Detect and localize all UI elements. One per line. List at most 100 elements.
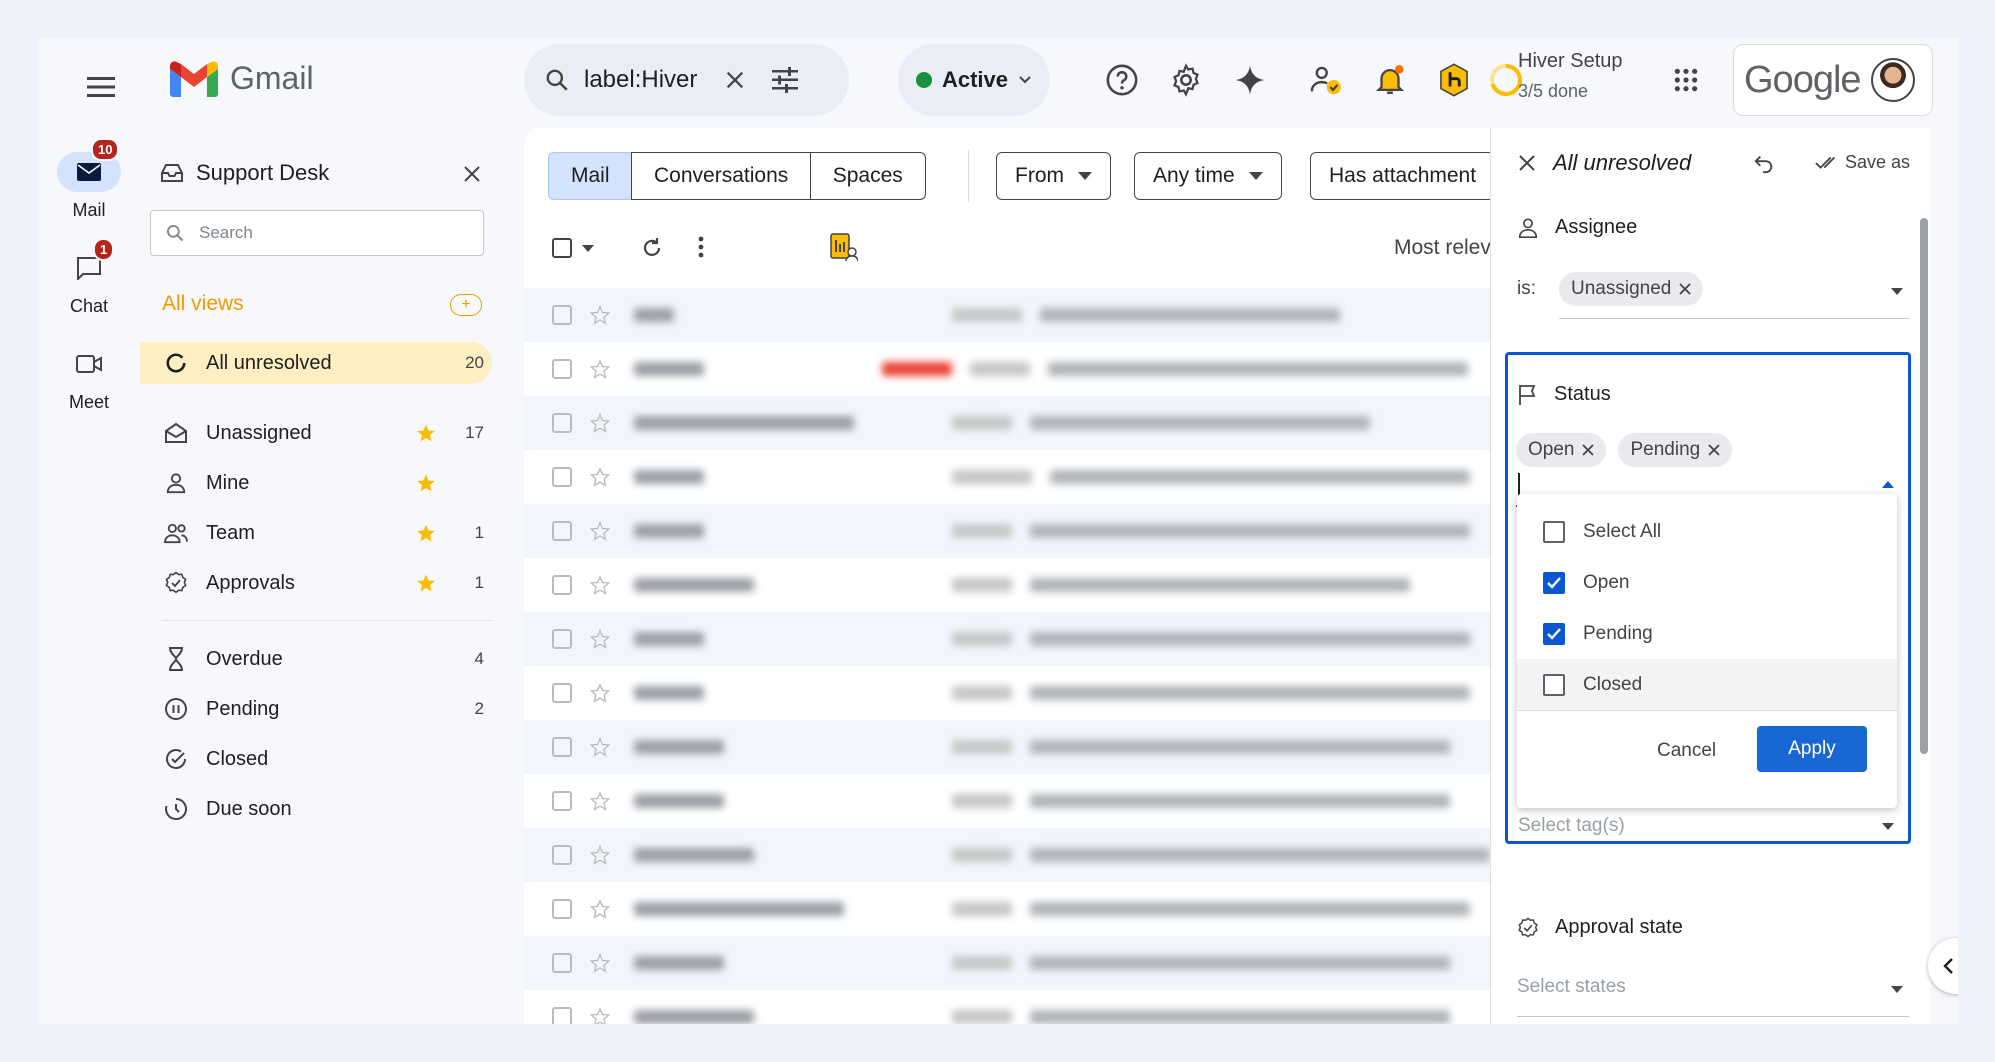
row-checkbox[interactable] xyxy=(552,629,572,649)
view-all-unresolved[interactable]: All unresolved 20 xyxy=(140,342,492,384)
star-outline-icon[interactable] xyxy=(590,305,610,325)
select-all-checkbox[interactable] xyxy=(552,238,572,258)
option-open[interactable]: Open xyxy=(1517,557,1897,608)
approval-placeholder[interactable]: Select states xyxy=(1517,976,1626,998)
email-row[interactable] xyxy=(524,666,1524,720)
tab-conversations[interactable]: Conversations xyxy=(631,152,812,200)
star-outline-icon[interactable] xyxy=(590,413,610,433)
checkbox[interactable] xyxy=(1543,673,1565,696)
assigned-user-button[interactable] xyxy=(1302,56,1350,104)
row-checkbox[interactable] xyxy=(552,1007,572,1024)
email-row[interactable] xyxy=(524,612,1524,666)
checkbox-checked[interactable] xyxy=(1543,622,1565,645)
email-row[interactable] xyxy=(524,288,1524,342)
help-button[interactable] xyxy=(1098,56,1146,104)
main-menu-button[interactable] xyxy=(76,62,126,112)
star-outline-icon[interactable] xyxy=(590,1007,610,1024)
tab-spaces[interactable]: Spaces xyxy=(809,152,926,200)
star-outline-icon[interactable] xyxy=(590,899,610,919)
view-unassigned[interactable]: Unassigned 17 xyxy=(140,412,492,454)
notifications-button[interactable] xyxy=(1366,56,1414,104)
view-closed[interactable]: Closed xyxy=(140,738,492,780)
email-row[interactable] xyxy=(524,504,1524,558)
avatar[interactable] xyxy=(1870,58,1915,102)
caret-down-icon[interactable] xyxy=(582,244,594,252)
from-filter-button[interactable]: From xyxy=(996,152,1111,200)
email-row[interactable] xyxy=(524,342,1524,396)
apply-button[interactable]: Apply xyxy=(1757,726,1867,772)
checkbox-checked[interactable] xyxy=(1543,571,1565,594)
view-due-soon[interactable]: Due soon xyxy=(140,788,492,830)
view-mine[interactable]: Mine xyxy=(140,462,492,504)
close-icon[interactable] xyxy=(1517,153,1537,173)
google-account-box[interactable]: Google xyxy=(1733,44,1933,116)
view-approvals[interactable]: Approvals 1 xyxy=(140,562,492,604)
add-view-button[interactable]: + xyxy=(450,294,482,316)
search-bar[interactable]: label:Hiver xyxy=(524,44,849,116)
collapse-panel-button[interactable] xyxy=(1928,938,1958,994)
filter-panel-scrollbar[interactable] xyxy=(1920,218,1928,754)
row-checkbox[interactable] xyxy=(552,359,572,379)
view-pending[interactable]: Pending 2 xyxy=(140,688,492,730)
save-as-button[interactable]: Save as xyxy=(1815,152,1910,173)
row-checkbox[interactable] xyxy=(552,953,572,973)
hiver-setup-status[interactable]: Hiver Setup 3/5 done xyxy=(1518,50,1623,102)
checkbox[interactable] xyxy=(1543,520,1565,543)
row-checkbox[interactable] xyxy=(552,305,572,325)
clear-search-icon[interactable] xyxy=(724,69,746,91)
star-outline-icon[interactable] xyxy=(590,683,610,703)
star-outline-icon[interactable] xyxy=(590,629,610,649)
tab-mail[interactable]: Mail xyxy=(548,152,633,200)
row-checkbox[interactable] xyxy=(552,737,572,757)
hiver-extension-button[interactable] xyxy=(1430,56,1478,104)
option-pending[interactable]: Pending xyxy=(1517,608,1897,659)
view-overdue[interactable]: Overdue 4 xyxy=(140,638,492,680)
caret-down-icon[interactable] xyxy=(1891,288,1903,295)
row-checkbox[interactable] xyxy=(552,521,572,541)
select-all-control[interactable] xyxy=(552,238,594,258)
tags-placeholder[interactable]: Select tag(s) xyxy=(1518,815,1625,837)
settings-button[interactable] xyxy=(1162,56,1210,104)
caret-down-icon[interactable] xyxy=(1882,823,1894,830)
remove-chip-icon[interactable] xyxy=(1679,283,1691,295)
more-actions-button[interactable] xyxy=(698,236,704,258)
assignee-chip[interactable]: Unassigned xyxy=(1559,272,1704,306)
star-outline-icon[interactable] xyxy=(590,953,610,973)
close-panel-button[interactable] xyxy=(462,164,482,184)
row-checkbox[interactable] xyxy=(552,791,572,811)
email-row[interactable] xyxy=(524,828,1524,882)
refresh-button[interactable] xyxy=(640,236,664,260)
star-outline-icon[interactable] xyxy=(590,359,610,379)
time-filter-button[interactable]: Any time xyxy=(1134,152,1282,200)
star-outline-icon[interactable] xyxy=(590,467,610,487)
option-select-all[interactable]: Select All xyxy=(1517,506,1897,557)
star-icon[interactable] xyxy=(414,573,438,593)
email-row[interactable] xyxy=(524,936,1524,990)
sort-label[interactable]: Most relev xyxy=(1394,236,1491,260)
email-row[interactable] xyxy=(524,882,1524,936)
star-outline-icon[interactable] xyxy=(590,737,610,757)
search-options-icon[interactable] xyxy=(770,67,800,93)
row-checkbox[interactable] xyxy=(552,845,572,865)
apps-button[interactable] xyxy=(1662,56,1710,104)
email-row[interactable] xyxy=(524,558,1524,612)
cancel-button[interactable]: Cancel xyxy=(1657,740,1716,762)
assignee-select[interactable]: Unassigned xyxy=(1559,272,1704,306)
row-checkbox[interactable] xyxy=(552,899,572,919)
rail-item-chat[interactable]: 1 Chat xyxy=(38,238,140,317)
star-outline-icon[interactable] xyxy=(590,575,610,595)
star-outline-icon[interactable] xyxy=(590,521,610,541)
undo-button[interactable] xyxy=(1753,152,1775,174)
remove-chip-icon[interactable] xyxy=(1708,444,1720,456)
rail-item-meet[interactable]: Meet xyxy=(38,344,140,413)
view-team[interactable]: Team 1 xyxy=(140,512,492,554)
star-icon[interactable] xyxy=(414,473,438,493)
star-icon[interactable] xyxy=(414,523,438,543)
gmail-logo[interactable]: Gmail xyxy=(170,60,314,97)
row-checkbox[interactable] xyxy=(552,467,572,487)
star-outline-icon[interactable] xyxy=(590,845,610,865)
star-outline-icon[interactable] xyxy=(590,791,610,811)
rail-item-mail[interactable]: 10 Mail xyxy=(38,138,140,221)
status-chip-pending[interactable]: Pending xyxy=(1618,433,1733,467)
caret-up-icon[interactable] xyxy=(1882,481,1894,488)
